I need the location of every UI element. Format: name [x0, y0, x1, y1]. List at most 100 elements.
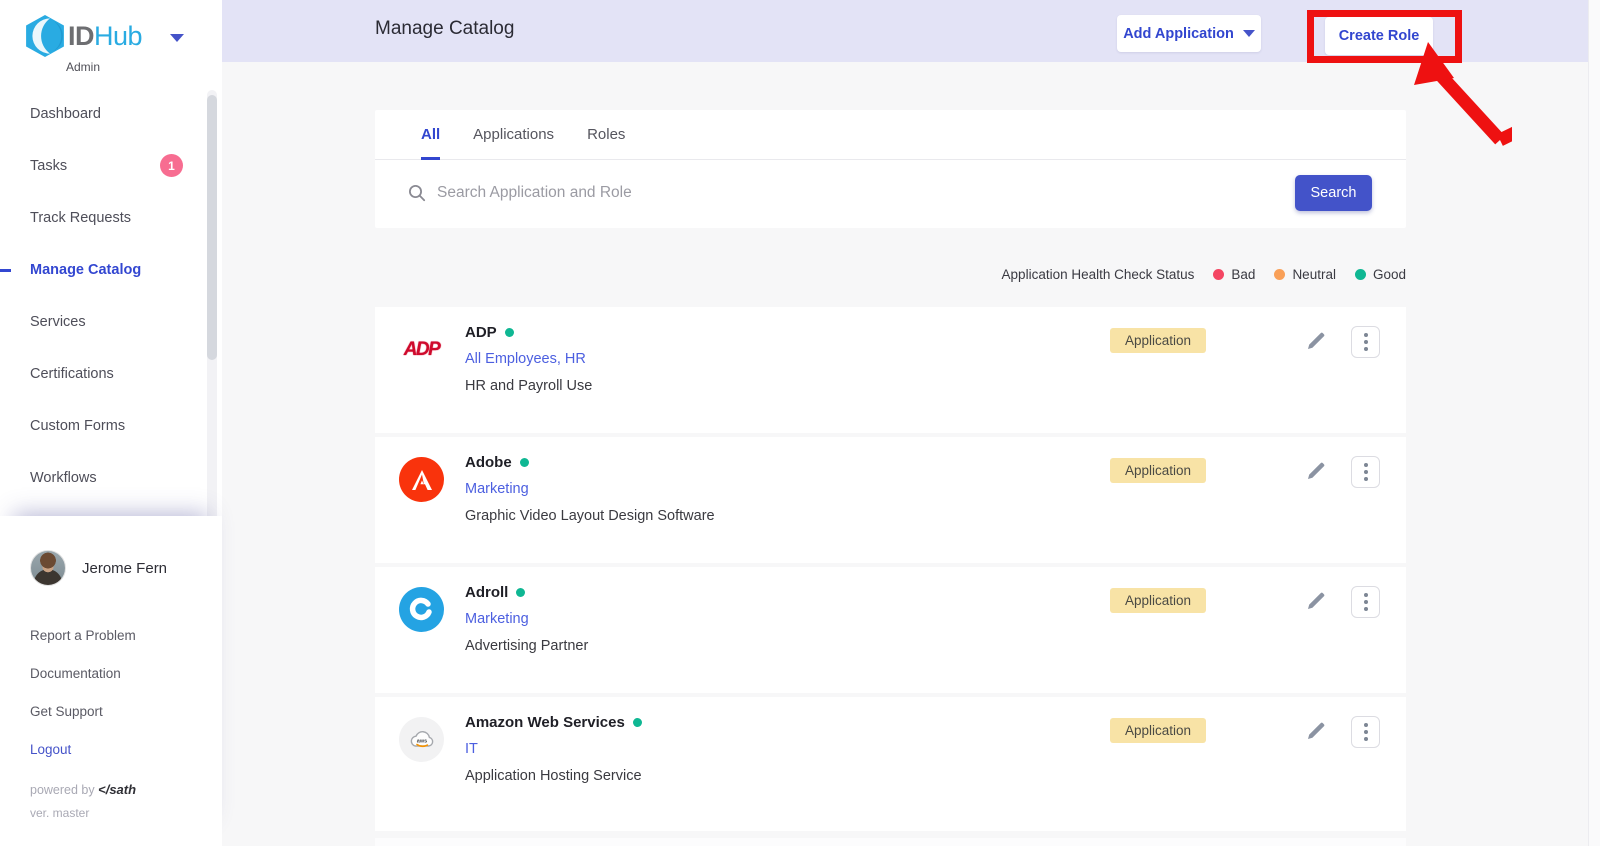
tab-roles[interactable]: Roles	[587, 110, 625, 160]
sidebar-footer-links: Report a Problem Documentation Get Suppo…	[30, 616, 136, 768]
sidebar: IDHub Admin Dashboard Tasks 1 Track Requ…	[0, 0, 222, 846]
tasks-count-badge: 1	[160, 154, 183, 177]
powered-by: powered by </sath	[30, 782, 136, 797]
active-item-indicator	[0, 269, 11, 272]
kebab-icon	[1364, 463, 1368, 467]
page-scrollbar-track[interactable]	[1588, 0, 1600, 846]
logout-link[interactable]: Logout	[30, 730, 136, 768]
application-roles-link[interactable]: Marketing	[465, 611, 529, 627]
idhub-hexagon-icon	[24, 14, 66, 58]
application-name: Adobe	[465, 454, 529, 471]
catalog-tabs: All Applications Roles	[375, 110, 1406, 160]
sath-logo: </sath	[98, 782, 136, 797]
adp-logo: ADP	[399, 327, 444, 372]
sidebar-scrollbar-thumb[interactable]	[207, 95, 217, 360]
adroll-logo	[399, 587, 444, 632]
type-badge: Application	[1110, 588, 1206, 613]
sidebar-nav: Dashboard Tasks 1 Track Requests Manage …	[0, 88, 222, 504]
catalog-row-adobe: Adobe Marketing Graphic Video Layout Des…	[375, 437, 1406, 563]
tab-applications[interactable]: Applications	[473, 110, 554, 160]
health-status-dot-icon	[516, 588, 525, 597]
sidebar-item-track-requests[interactable]: Track Requests	[0, 192, 222, 244]
catalog-row-aws: aws Amazon Web Services IT Application H…	[375, 697, 1406, 831]
report-a-problem-link[interactable]: Report a Problem	[30, 616, 136, 654]
sidebar-footer: Jerome Fern Report a Problem Documentati…	[0, 516, 222, 846]
version-label: ver. master	[30, 806, 89, 820]
sidebar-item-certifications[interactable]: Certifications	[0, 348, 222, 400]
legend-item-good: Good	[1355, 267, 1406, 282]
content-area: All Applications Roles Search Applicatio…	[222, 62, 1600, 846]
row-menu-button[interactable]	[1351, 326, 1380, 358]
page-title: Manage Catalog	[375, 18, 514, 40]
edit-button[interactable]	[1303, 589, 1329, 615]
pencil-icon	[1305, 590, 1327, 612]
sidebar-item-custom-forms[interactable]: Custom Forms	[0, 400, 222, 452]
application-roles-link[interactable]: All Employees, HR	[465, 351, 586, 367]
sidebar-item-workflows[interactable]: Workflows	[0, 452, 222, 504]
pencil-icon	[1305, 720, 1327, 742]
kebab-icon	[1364, 333, 1368, 337]
avatar	[30, 550, 66, 586]
search-row: Search	[375, 160, 1406, 227]
application-roles-link[interactable]: Marketing	[465, 481, 529, 497]
good-status-dot-icon	[1355, 269, 1366, 280]
chevron-down-icon	[1243, 30, 1255, 37]
health-status-dot-icon	[520, 458, 529, 467]
documentation-link[interactable]: Documentation	[30, 654, 136, 692]
legend-item-bad: Bad	[1213, 267, 1255, 282]
type-badge: Application	[1110, 458, 1206, 483]
type-badge: Application	[1110, 718, 1206, 743]
row-menu-button[interactable]	[1351, 456, 1380, 488]
brand-logo-block: IDHub Admin	[24, 14, 214, 74]
user-profile[interactable]: Jerome Fern	[30, 550, 167, 586]
row-menu-button[interactable]	[1351, 716, 1380, 748]
adobe-logo	[399, 457, 444, 502]
sidebar-item-manage-catalog[interactable]: Manage Catalog	[0, 244, 222, 296]
neutral-status-dot-icon	[1274, 269, 1285, 280]
top-header-bar: Manage Catalog Add Application Create Ro…	[222, 0, 1600, 62]
legend-title: Application Health Check Status	[1002, 267, 1195, 282]
legend-item-neutral: Neutral	[1274, 267, 1336, 282]
main-area: Manage Catalog Add Application Create Ro…	[222, 0, 1600, 846]
type-badge: Application	[1110, 328, 1206, 353]
add-application-button[interactable]: Add Application	[1117, 15, 1261, 52]
health-status-dot-icon	[505, 328, 514, 337]
sidebar-item-tasks[interactable]: Tasks 1	[0, 140, 222, 192]
search-button[interactable]: Search	[1295, 175, 1372, 211]
brand-dropdown-caret-icon[interactable]	[170, 34, 184, 42]
svg-text:aws: aws	[416, 738, 426, 744]
aws-logo: aws	[399, 717, 444, 762]
application-description: Advertising Partner	[465, 638, 588, 654]
application-roles-link[interactable]: IT	[465, 741, 478, 757]
kebab-icon	[1364, 723, 1368, 727]
application-description: Application Hosting Service	[465, 768, 642, 784]
create-role-button[interactable]: Create Role	[1325, 17, 1433, 55]
edit-button[interactable]	[1303, 459, 1329, 485]
next-row-partial	[375, 838, 1406, 846]
row-menu-button[interactable]	[1351, 586, 1380, 618]
pencil-icon	[1305, 460, 1327, 482]
edit-button[interactable]	[1303, 329, 1329, 355]
edit-button[interactable]	[1303, 719, 1329, 745]
user-name: Jerome Fern	[82, 560, 167, 577]
kebab-icon	[1364, 593, 1368, 597]
catalog-row-adp: ADP ADP All Employees, HR HR and Payroll…	[375, 307, 1406, 433]
application-description: HR and Payroll Use	[465, 378, 592, 394]
catalog-filter-card: All Applications Roles Search	[375, 110, 1406, 228]
search-icon	[408, 184, 426, 202]
tab-all[interactable]: All	[421, 110, 440, 160]
search-input[interactable]	[437, 172, 1197, 214]
application-name: Adroll	[465, 584, 525, 601]
sidebar-item-services[interactable]: Services	[0, 296, 222, 348]
health-legend: Application Health Check Status Bad Neut…	[1002, 267, 1406, 282]
pencil-icon	[1305, 330, 1327, 352]
brand-wordmark: IDHub	[68, 21, 142, 52]
get-support-link[interactable]: Get Support	[30, 692, 136, 730]
application-description: Graphic Video Layout Design Software	[465, 508, 715, 524]
brand-subtitle: Admin	[66, 60, 214, 74]
catalog-row-adroll: Adroll Marketing Advertising Partner App…	[375, 567, 1406, 693]
sidebar-item-dashboard[interactable]: Dashboard	[0, 88, 222, 140]
application-name: Amazon Web Services	[465, 714, 642, 731]
bad-status-dot-icon	[1213, 269, 1224, 280]
health-status-dot-icon	[633, 718, 642, 727]
